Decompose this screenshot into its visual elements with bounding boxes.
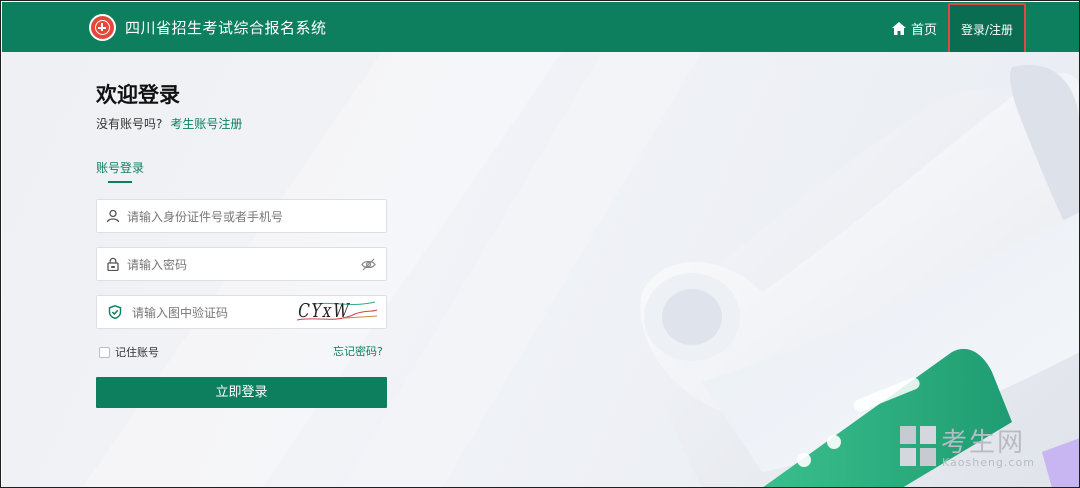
top-header: 四川省招生考试综合报名系统 首页 登录/注册 [2, 2, 1079, 56]
password-field [96, 247, 387, 281]
captcha-image[interactable]: CYxW [295, 296, 379, 328]
no-account-label: 没有账号吗? [96, 117, 163, 131]
forgot-password-link[interactable]: 忘记密码? [333, 343, 383, 359]
eye-off-icon[interactable] [361, 258, 376, 271]
captcha-code: CYxW [296, 300, 353, 322]
id-phone-field [96, 199, 387, 233]
watermark: 考生网 Kaosheng.com [896, 422, 1066, 472]
captcha-field: CYxW [96, 295, 387, 329]
shield-check-icon [108, 305, 122, 319]
password-input[interactable] [127, 254, 357, 276]
tab-account-login[interactable]: 账号登录 [96, 159, 144, 176]
captcha-input[interactable] [132, 302, 292, 324]
app-window: 四川省招生考试综合报名系统 首页 登录/注册 欢迎登录 没有账号吗? 考生账号注… [0, 0, 1080, 488]
remember-account[interactable]: 记住账号 [99, 344, 159, 360]
id-phone-input[interactable] [127, 206, 357, 228]
watermark-text: 考生网 [941, 428, 1026, 458]
home-icon [892, 21, 906, 35]
welcome-title: 欢迎登录 [96, 83, 180, 107]
remember-label: 记住账号 [115, 346, 159, 359]
emblem-icon [89, 14, 116, 41]
watermark-subtext: Kaosheng.com [942, 456, 1035, 469]
no-account-text: 没有账号吗? 考生账号注册 [96, 115, 242, 132]
nav-login-register-button[interactable]: 登录/注册 [948, 3, 1026, 56]
user-icon [106, 209, 120, 223]
remember-checkbox[interactable] [99, 346, 110, 358]
nav-home-link[interactable]: 首页 [892, 19, 938, 38]
watermark-logo-icon [900, 426, 936, 466]
tab-active-indicator [108, 181, 132, 183]
lock-icon [107, 257, 119, 271]
site-title: 四川省招生考试综合报名系统 [125, 19, 327, 37]
register-link[interactable]: 考生账号注册 [170, 117, 242, 131]
nav-home-label: 首页 [911, 22, 938, 38]
login-submit-button[interactable]: 立即登录 [96, 377, 387, 408]
